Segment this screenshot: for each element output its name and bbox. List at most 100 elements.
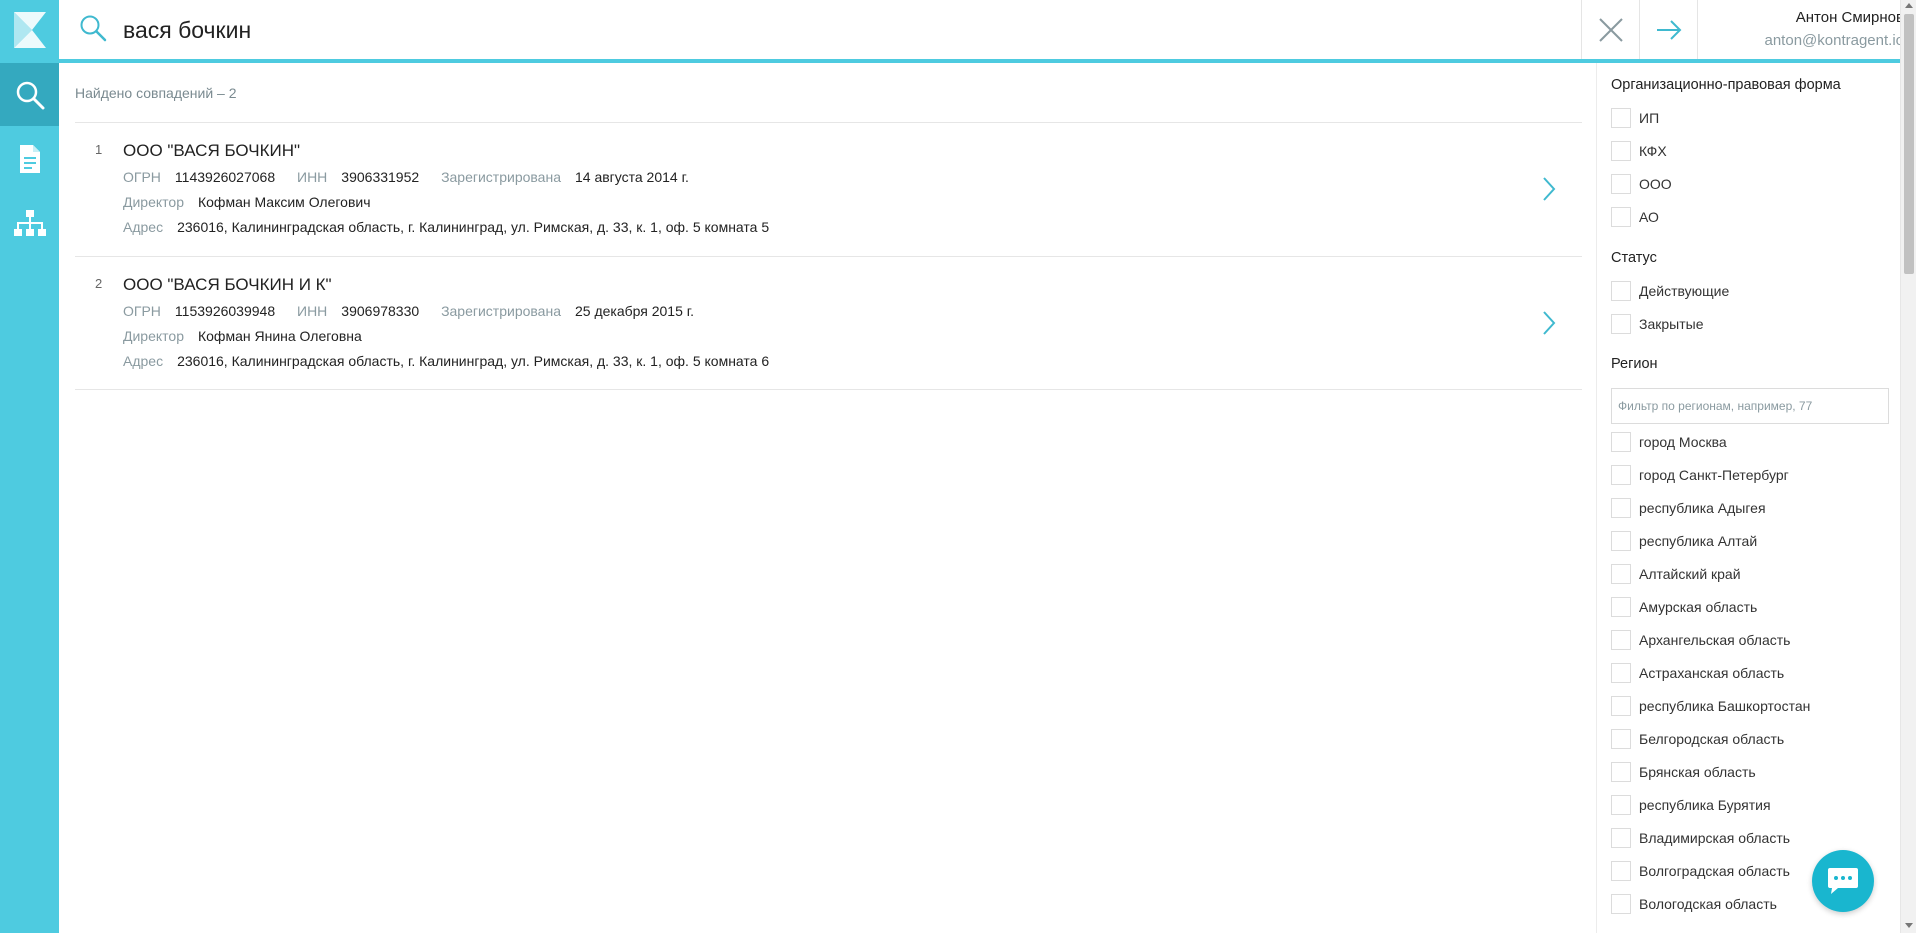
scrollbar-thumb[interactable] (1904, 14, 1914, 274)
chat-icon (1828, 868, 1858, 894)
address-label: Адрес (123, 219, 164, 235)
search-input[interactable] (123, 10, 1423, 50)
filter-status-active[interactable]: Действующие (1611, 280, 1729, 302)
checkbox-label: Астраханская область (1639, 665, 1785, 681)
filter-region[interactable]: Владимирская область (1611, 827, 1790, 849)
filter-region[interactable]: республика Бурятия (1611, 794, 1771, 816)
result-director-line: Директор Кофман Максим Олегович (123, 194, 389, 210)
sidebar (0, 0, 59, 933)
filter-region[interactable]: Архангельская область (1611, 629, 1790, 651)
filter-region[interactable]: Брянская область (1611, 761, 1756, 783)
checkbox[interactable] (1611, 630, 1631, 650)
checkbox[interactable] (1611, 174, 1631, 194)
checkbox-label: Брянская область (1639, 764, 1756, 780)
filter-region[interactable]: республика Башкортостан (1611, 695, 1810, 717)
inn-label: ИНН (297, 169, 328, 185)
registered-value: 25 декабря 2015 г. (574, 303, 695, 319)
checkbox[interactable] (1611, 663, 1631, 683)
close-icon (1598, 17, 1623, 42)
checkbox[interactable] (1611, 696, 1631, 716)
filter-region[interactable]: Астраханская область (1611, 662, 1784, 684)
page-scrollbar[interactable] (1900, 0, 1916, 933)
checkbox-label: город Москва (1639, 434, 1727, 450)
address-label: Адрес (123, 353, 164, 369)
checkbox[interactable] (1611, 498, 1631, 518)
checkbox[interactable] (1611, 432, 1631, 452)
checkbox[interactable] (1611, 314, 1631, 334)
region-filter-input[interactable] (1611, 388, 1889, 424)
checkbox[interactable] (1611, 531, 1631, 551)
director-value: Кофман Максим Олегович (197, 194, 371, 210)
user-menu[interactable]: Антон Смирнов anton@kontragent.io (1697, 0, 1916, 59)
address-value: 236016, Калининградская область, г. Кали… (177, 219, 770, 235)
checkbox[interactable] (1611, 207, 1631, 227)
checkbox-label: КФХ (1639, 143, 1667, 159)
checkbox[interactable] (1611, 564, 1631, 584)
checkbox[interactable] (1611, 795, 1631, 815)
result-item[interactable]: 2 ООО "ВАСЯ БОЧКИН И К" ОГРН 115392603994… (75, 256, 1582, 390)
filter-legal-form-ao[interactable]: АО (1611, 206, 1659, 228)
sidebar-item-documents[interactable] (0, 127, 59, 190)
org-tree-icon (13, 209, 46, 236)
chevron-right-icon (1543, 311, 1556, 335)
result-address-line: Адрес 236016, Калининградская область, г.… (123, 353, 787, 369)
chat-button[interactable] (1812, 850, 1874, 912)
filter-status-closed[interactable]: Закрытые (1611, 313, 1703, 335)
checkbox[interactable] (1611, 141, 1631, 161)
checkbox-label: город Санкт-Петербург (1639, 467, 1789, 483)
filter-region[interactable]: республика Адыгея (1611, 497, 1766, 519)
checkbox[interactable] (1611, 108, 1631, 128)
checkbox-label: Волгоградская область (1639, 863, 1790, 879)
ogrn-label: ОГРН (123, 169, 161, 185)
filter-region[interactable]: Алтайский край (1611, 563, 1741, 585)
scroll-down-arrow-icon[interactable] (1905, 923, 1913, 928)
checkbox[interactable] (1611, 762, 1631, 782)
search-bar-icon (79, 14, 107, 47)
checkbox[interactable] (1611, 597, 1631, 617)
result-number: 1 (95, 142, 103, 157)
checkbox-label: Действующие (1639, 283, 1730, 299)
filter-region[interactable]: Амурская область (1611, 596, 1757, 618)
open-result-button[interactable] (1542, 176, 1556, 207)
sidebar-item-org-tree[interactable] (0, 192, 59, 255)
filter-region[interactable]: Вологодская область (1611, 893, 1777, 915)
checkbox[interactable] (1611, 281, 1631, 301)
inn-label: ИНН (297, 303, 328, 319)
filter-legal-form-ooo[interactable]: ООО (1611, 173, 1672, 195)
legal-form-title: Организационно-правовая форма (1611, 77, 1841, 93)
region-title: Регион (1611, 356, 1658, 372)
checkbox[interactable] (1611, 828, 1631, 848)
filter-region[interactable]: Волгоградская область (1611, 860, 1790, 882)
filter-legal-form-kfh[interactable]: КФХ (1611, 140, 1667, 162)
checkbox[interactable] (1611, 729, 1631, 749)
ogrn-label: ОГРН (123, 303, 161, 319)
checkbox-label: республика Бурятия (1639, 797, 1771, 813)
checkbox-label: Архангельская область (1639, 632, 1791, 648)
address-value: 236016, Калининградская область, г. Кали… (177, 353, 770, 369)
sidebar-item-search[interactable] (0, 63, 59, 126)
ogrn-value: 1143926027068 (174, 169, 276, 185)
filter-region[interactable]: город Санкт-Петербург (1611, 464, 1789, 486)
checkbox[interactable] (1611, 894, 1631, 914)
checkbox-label: ООО (1639, 176, 1672, 192)
checkbox-label: республика Адыгея (1639, 500, 1766, 516)
clear-search-button[interactable] (1581, 0, 1639, 59)
filter-region[interactable]: Белгородская область (1611, 728, 1784, 750)
filter-region[interactable]: республика Алтай (1611, 530, 1757, 552)
open-result-button[interactable] (1542, 310, 1556, 341)
result-title[interactable]: ООО "ВАСЯ БОЧКИН" (123, 141, 300, 161)
arrow-right-icon (1656, 19, 1681, 40)
top-search-bar: Антон Смирнов anton@kontragent.io (59, 0, 1904, 63)
scroll-up-arrow-icon[interactable] (1905, 3, 1913, 8)
user-email: anton@kontragent.io (1764, 32, 1905, 49)
search-icon (16, 81, 44, 109)
search-submit-button[interactable] (1639, 0, 1697, 59)
filter-region[interactable]: город Москва (1611, 431, 1727, 453)
checkbox-label: Амурская область (1639, 599, 1758, 615)
checkbox[interactable] (1611, 861, 1631, 881)
checkbox[interactable] (1611, 465, 1631, 485)
filter-legal-form-ip[interactable]: ИП (1611, 107, 1659, 129)
logo[interactable] (0, 0, 59, 59)
result-item[interactable]: 1 ООО "ВАСЯ БОЧКИН" ОГРН 1143926027068 ИН… (75, 122, 1582, 256)
result-title[interactable]: ООО "ВАСЯ БОЧКИН И К" (123, 275, 332, 295)
